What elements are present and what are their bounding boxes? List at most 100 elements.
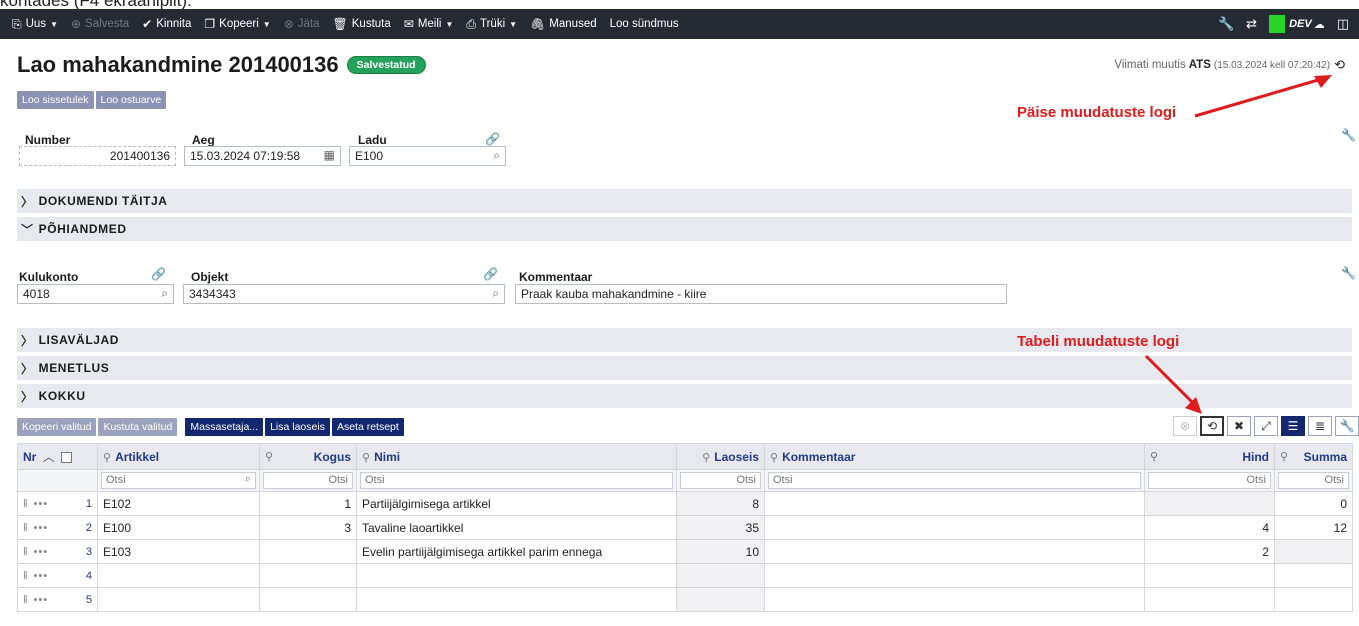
cell-kogus[interactable] bbox=[259, 563, 357, 588]
cell-artikkel[interactable]: E102 bbox=[97, 491, 260, 516]
aeg-field[interactable]: 15.03.2024 07:19:58 ▦ bbox=[184, 146, 341, 166]
col-nimi[interactable]: ⚲ Nimi bbox=[356, 443, 677, 470]
cell-nimi[interactable]: Tavaline laoartikkel bbox=[356, 515, 677, 540]
kommentaar-field[interactable]: Praak kauba mahakandmine - kiire bbox=[515, 284, 1007, 304]
drag-handle-icon[interactable]: ‖ bbox=[23, 594, 28, 606]
delete-button[interactable]: 🗑 Kustuta bbox=[333, 17, 391, 31]
wrench-icon[interactable]: 🔧 bbox=[1341, 266, 1356, 280]
table-row[interactable]: ‖ ••• 4 bbox=[17, 563, 1353, 588]
cell-artikkel[interactable]: E103 bbox=[97, 539, 260, 564]
create-event-button[interactable]: Loo sündmus bbox=[610, 18, 679, 30]
col-kommentaar[interactable]: ⚲ Kommentaar bbox=[764, 443, 1145, 470]
sort-up-icon[interactable]: ︿ bbox=[43, 450, 55, 464]
calendar-icon[interactable]: ▦ bbox=[324, 148, 335, 162]
filter-summa[interactable]: Otsi bbox=[1278, 472, 1349, 489]
drag-handle-icon[interactable]: ‖ bbox=[23, 570, 28, 582]
wrench-icon[interactable]: 🔧 bbox=[1218, 16, 1234, 32]
panel-icon[interactable]: ◫ bbox=[1337, 16, 1349, 32]
excel-icon[interactable]: ✖ bbox=[1227, 416, 1251, 436]
cell-summa[interactable]: 12 bbox=[1274, 515, 1353, 540]
confirm-button[interactable]: ✔ Kinnita bbox=[142, 17, 191, 31]
cell-hind[interactable] bbox=[1144, 563, 1275, 588]
cell-hind[interactable]: 2 bbox=[1144, 539, 1275, 564]
cancel-button[interactable]: ⊗ Jäta bbox=[284, 17, 320, 31]
create-receipt-button[interactable]: Loo sissetulek bbox=[17, 91, 94, 109]
attachments-button[interactable]: 🖇 Manused bbox=[530, 17, 597, 31]
swap-icon[interactable]: ⇄ bbox=[1246, 16, 1257, 32]
drag-handle-icon[interactable]: ‖ bbox=[23, 522, 28, 534]
row-menu-icon[interactable]: ••• bbox=[34, 522, 49, 534]
filter-hind[interactable]: Otsi bbox=[1148, 472, 1271, 489]
number-field[interactable]: 201400136 bbox=[19, 146, 176, 166]
copy-selected-button[interactable]: Kopeeri valitud bbox=[17, 418, 97, 436]
cell-nimi[interactable]: Partiijälgimisega artikkel bbox=[356, 491, 677, 516]
cell-summa[interactable] bbox=[1274, 539, 1353, 564]
cell-artikkel[interactable] bbox=[97, 587, 260, 612]
cancel-icon[interactable]: ⊗ bbox=[1173, 416, 1197, 436]
section-document-performer[interactable]: 〉 DOKUMENDI TÄITJA bbox=[17, 189, 1352, 213]
row-menu-icon[interactable]: ••• bbox=[34, 498, 49, 510]
cell-kogus[interactable]: 1 bbox=[259, 491, 357, 516]
insert-recipe-button[interactable]: Aseta retsept bbox=[331, 418, 404, 436]
print-button[interactable]: ⎙ Trüki ▼ bbox=[466, 17, 517, 32]
history-icon[interactable]: ⟲ bbox=[1200, 416, 1224, 436]
table-row[interactable]: ‖ ••• 5 bbox=[17, 587, 1353, 612]
cell-hind[interactable] bbox=[1144, 587, 1275, 612]
cell-artikkel[interactable]: E100 bbox=[97, 515, 260, 540]
wrench-icon[interactable]: 🔧 bbox=[1335, 416, 1359, 436]
mass-setter-button[interactable]: Massasetaja... bbox=[185, 418, 264, 436]
filter-nimi[interactable]: Otsi bbox=[360, 472, 673, 489]
row-menu-icon[interactable]: ••• bbox=[34, 546, 49, 558]
table-row[interactable]: ‖ ••• 3 E103 Evelin partiijälgimisega arti… bbox=[17, 539, 1353, 564]
cell-nimi[interactable]: Evelin partiijälgimisega artikkel parim … bbox=[356, 539, 677, 564]
search-icon[interactable]: ⌕ bbox=[161, 286, 168, 301]
cell-nimi[interactable] bbox=[356, 563, 677, 588]
cell-kogus[interactable] bbox=[259, 587, 357, 612]
filter-kommentaar[interactable]: Otsi bbox=[768, 472, 1141, 489]
add-stock-button[interactable]: Lisa laoseis bbox=[265, 418, 330, 436]
table-row[interactable]: ‖ ••• 2 E100 3 Tavaline laoartikkel 35 4 1… bbox=[17, 515, 1353, 540]
new-button[interactable]: ⎘ Uus ▼ bbox=[12, 17, 58, 32]
table-row[interactable]: ‖ ••• 1 E102 1 Partiijälgimisega artikkel … bbox=[17, 491, 1353, 516]
mail-button[interactable]: ✉ Meili ▼ bbox=[404, 17, 454, 31]
save-button[interactable]: ⊕ Salvesta bbox=[71, 17, 129, 31]
section-main-data[interactable]: ﹀ PÕHIANDMED bbox=[17, 217, 1352, 241]
col-nr[interactable]: Nr ︿ bbox=[17, 443, 98, 470]
list-view-icon[interactable]: ☰ bbox=[1281, 416, 1305, 436]
compact-list-icon[interactable]: ≣ bbox=[1308, 416, 1332, 436]
cell-kommentaar[interactable] bbox=[764, 587, 1145, 612]
col-artikkel[interactable]: ⚲ Artikkel bbox=[97, 443, 260, 470]
col-summa[interactable]: ⚲ Summa bbox=[1274, 443, 1353, 470]
cell-artikkel[interactable] bbox=[97, 563, 260, 588]
objekt-field[interactable]: 3434343 ⌕ bbox=[183, 284, 505, 304]
filter-kogus[interactable]: Otsi bbox=[263, 472, 353, 489]
kulukonto-field[interactable]: 4018 ⌕ bbox=[17, 284, 174, 304]
search-icon[interactable]: ⌕ bbox=[492, 286, 499, 301]
col-laoseis[interactable]: ⚲ Laoseis bbox=[676, 443, 765, 470]
cell-summa[interactable] bbox=[1274, 563, 1353, 588]
link-icon[interactable]: 🔗 bbox=[483, 267, 498, 281]
row-menu-icon[interactable]: ••• bbox=[34, 570, 49, 582]
delete-selected-button[interactable]: Kustuta valitud bbox=[98, 418, 178, 436]
cell-kommentaar[interactable] bbox=[764, 563, 1145, 588]
cell-kommentaar[interactable] bbox=[764, 539, 1145, 564]
cell-kommentaar[interactable] bbox=[764, 491, 1145, 516]
cell-kogus[interactable] bbox=[259, 539, 357, 564]
col-kogus[interactable]: ⚲ Kogus bbox=[259, 443, 357, 470]
cell-summa[interactable] bbox=[1274, 587, 1353, 612]
link-icon[interactable]: 🔗 bbox=[151, 267, 166, 281]
cell-summa[interactable]: 0 bbox=[1274, 491, 1353, 516]
cell-hind[interactable] bbox=[1144, 491, 1275, 516]
col-hind[interactable]: ⚲ Hind bbox=[1144, 443, 1275, 470]
link-icon[interactable]: 🔗 bbox=[485, 132, 500, 146]
ladu-field[interactable]: E100 ⌕ bbox=[349, 146, 506, 166]
filter-artikkel[interactable]: Otsi ⌕ bbox=[101, 472, 256, 489]
drag-handle-icon[interactable]: ‖ bbox=[23, 546, 28, 558]
drag-handle-icon[interactable]: ‖ bbox=[23, 498, 28, 510]
cell-kommentaar[interactable] bbox=[764, 515, 1145, 540]
expand-icon[interactable]: ⤢ bbox=[1254, 416, 1278, 436]
wrench-icon[interactable]: 🔧 bbox=[1341, 128, 1356, 142]
copy-button[interactable]: ❐ Kopeeri ▼ bbox=[204, 17, 270, 31]
filter-laoseis[interactable]: Otsi bbox=[680, 472, 761, 489]
create-purchase-invoice-button[interactable]: Loo ostuarve bbox=[95, 91, 167, 109]
